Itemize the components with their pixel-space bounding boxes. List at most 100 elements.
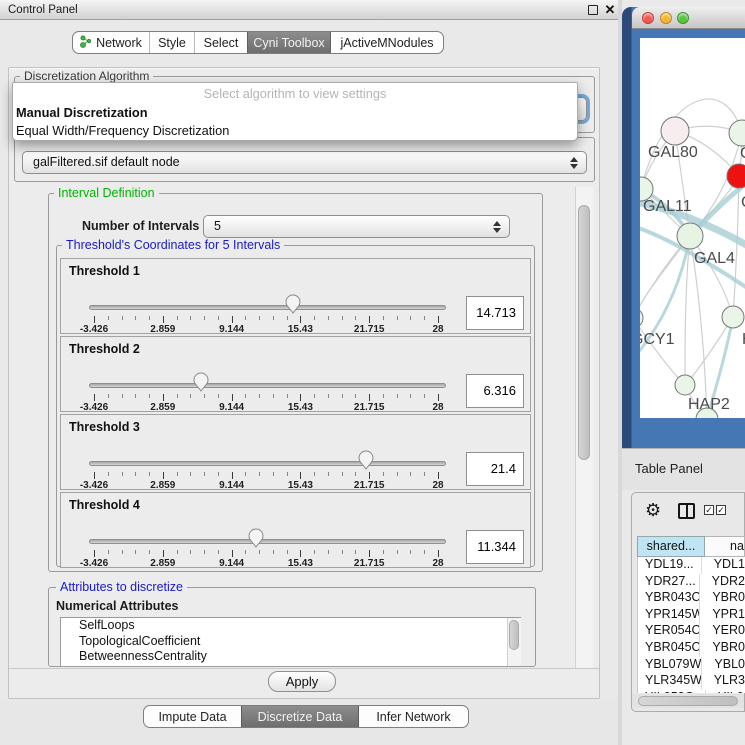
threshold-value-field[interactable]: 6.316: [466, 374, 524, 408]
slider-minor-tick: [424, 316, 425, 320]
float-window-icon[interactable]: [588, 5, 598, 15]
tab-network[interactable]: Network: [73, 32, 149, 53]
threshold-value-field[interactable]: 11.344: [466, 530, 524, 564]
top-tab-bar: Network Style Select Cyni Toolbox jActiveMNo…: [72, 31, 444, 54]
slider-minor-tick: [177, 394, 178, 398]
slider-minor-tick: [355, 316, 356, 320]
slider-minor-tick: [218, 394, 219, 398]
apply-button[interactable]: Apply: [268, 671, 336, 692]
table-row[interactable]: YBR045CYBR0: [638, 640, 745, 657]
table-hscrollbar-thumb[interactable]: [638, 696, 738, 706]
dropdown-option[interactable]: Manual Discretization: [13, 104, 577, 123]
checkbox-icon[interactable]: ✓: [704, 505, 714, 515]
slider-minor-tick: [273, 394, 274, 398]
slider-track[interactable]: [89, 461, 446, 466]
network-edge[interactable]: [733, 176, 739, 317]
threshold-value-field[interactable]: 14.713: [466, 296, 524, 330]
mac-zoom-icon[interactable]: [677, 12, 689, 24]
table-row[interactable]: YDL19...YDL1: [638, 557, 745, 574]
close-icon[interactable]: ✕: [602, 0, 618, 19]
table-cell: YBR0: [700, 640, 745, 657]
dropdown-option[interactable]: Equal Width/Frequency Discretization: [13, 122, 577, 141]
slider-major-tick: [94, 550, 95, 557]
threshold-label: Threshold 4: [69, 498, 140, 512]
network-node[interactable]: [661, 117, 689, 145]
mac-close-icon[interactable]: [642, 12, 654, 24]
tab-label: Style: [158, 36, 186, 50]
table-row[interactable]: YDR27...YDR2: [638, 574, 745, 591]
slider-major-tick: [369, 550, 370, 557]
table-row[interactable]: YBL079WYBL0: [638, 657, 745, 674]
tab-discretize-data[interactable]: Discretize Data: [241, 706, 358, 727]
slider-tick-label: 28: [416, 324, 460, 335]
column-header-shared[interactable]: shared...: [637, 536, 705, 557]
column-header-name[interactable]: na: [705, 536, 745, 557]
slider-tick-label: 21.715: [347, 402, 391, 413]
network-canvas[interactable]: GAL80GACGAL11GAL4GCY1HHAP2: [640, 38, 745, 418]
attribute-list-item[interactable]: BetweennessCentrality: [61, 649, 520, 665]
tab-jactivemnodules[interactable]: jActiveMNodules: [330, 32, 443, 53]
split-columns-icon[interactable]: [678, 503, 695, 519]
threshold-value-field[interactable]: 21.4: [466, 452, 524, 486]
gear-icon[interactable]: ⚙: [645, 500, 661, 520]
slider-minor-tick: [149, 316, 150, 320]
network-node[interactable]: [727, 164, 745, 188]
network-node[interactable]: [675, 375, 695, 395]
table-row[interactable]: YPR145WYPR1: [638, 607, 745, 624]
mac-minimize-icon[interactable]: [660, 12, 672, 24]
table-row[interactable]: YBR043CYBR0: [638, 590, 745, 607]
table-cell: YBL0: [702, 657, 745, 674]
combo-arrows-icon: [493, 220, 501, 234]
tab-infer-network[interactable]: Infer Network: [358, 706, 468, 727]
numerical-attributes-list[interactable]: SelfLoopsTopologicalCoefficientBetweenne…: [60, 617, 521, 667]
checkbox-icon[interactable]: ✓: [716, 505, 726, 515]
table-body[interactable]: YDL19...YDL1YDR27...YDR2YBR043CYBR0YPR14…: [637, 557, 745, 693]
slider-thumb[interactable]: [285, 294, 301, 314]
slider-minor-tick: [108, 394, 109, 398]
slider-tick-label: 2.859: [141, 480, 185, 491]
threshold-label: Threshold 2: [69, 342, 140, 356]
network-node[interactable]: [722, 306, 744, 328]
slider-minor-tick: [177, 550, 178, 554]
attribute-list-item[interactable]: TopologicalCoefficient: [61, 634, 520, 650]
attributes-scrollbar-thumb[interactable]: [509, 620, 519, 650]
slider-major-tick: [438, 316, 439, 323]
dropdown-placeholder-item[interactable]: Select algorithm to view settings: [13, 85, 577, 104]
network-node[interactable]: [640, 308, 643, 328]
slider-thumb[interactable]: [248, 528, 264, 548]
slider-minor-tick: [328, 550, 329, 554]
tab-select[interactable]: Select: [194, 32, 247, 53]
network-node[interactable]: [729, 120, 745, 146]
table-cell: YER0: [700, 623, 745, 640]
network-window-titlebar[interactable]: [632, 7, 745, 29]
slider-track[interactable]: [89, 539, 446, 544]
table-row[interactable]: YIL052CYIL0: [638, 690, 745, 693]
table-row[interactable]: YER054CYER0: [638, 623, 745, 640]
slider-major-tick: [300, 472, 301, 479]
slider-thumb[interactable]: [193, 372, 209, 392]
panel-scrollbar-thumb[interactable]: [578, 205, 590, 460]
slider-tick-label: 2.859: [141, 402, 185, 413]
slider-major-tick: [163, 316, 164, 323]
number-of-intervals-value: 5: [214, 219, 221, 233]
slider-major-tick: [94, 394, 95, 401]
network-node[interactable]: [677, 223, 703, 249]
slider-track[interactable]: [89, 383, 446, 388]
slider-minor-tick: [287, 472, 288, 476]
tab-impute-data[interactable]: Impute Data: [144, 706, 241, 727]
slider-track[interactable]: [89, 305, 446, 310]
attribute-list-item[interactable]: SelfLoops: [61, 618, 520, 634]
table-row[interactable]: YLR345WYLR3: [638, 673, 745, 690]
number-of-intervals-combobox[interactable]: 5: [203, 215, 510, 238]
tab-label: Cyni Toolbox: [253, 36, 324, 50]
tab-style[interactable]: Style: [149, 32, 194, 53]
slider-minor-tick: [259, 394, 260, 398]
slider-minor-tick: [424, 394, 425, 398]
table-data-combobox[interactable]: galFiltered.sif default node: [22, 151, 587, 174]
network-edge[interactable]: [640, 318, 685, 385]
attributes-group-title: Attributes to discretize: [56, 581, 187, 594]
tab-cyni-toolbox[interactable]: Cyni Toolbox: [247, 32, 330, 53]
slider-thumb[interactable]: [358, 450, 374, 470]
table-panel-header: Table Panel: [622, 448, 745, 490]
slider-minor-tick: [383, 394, 384, 398]
